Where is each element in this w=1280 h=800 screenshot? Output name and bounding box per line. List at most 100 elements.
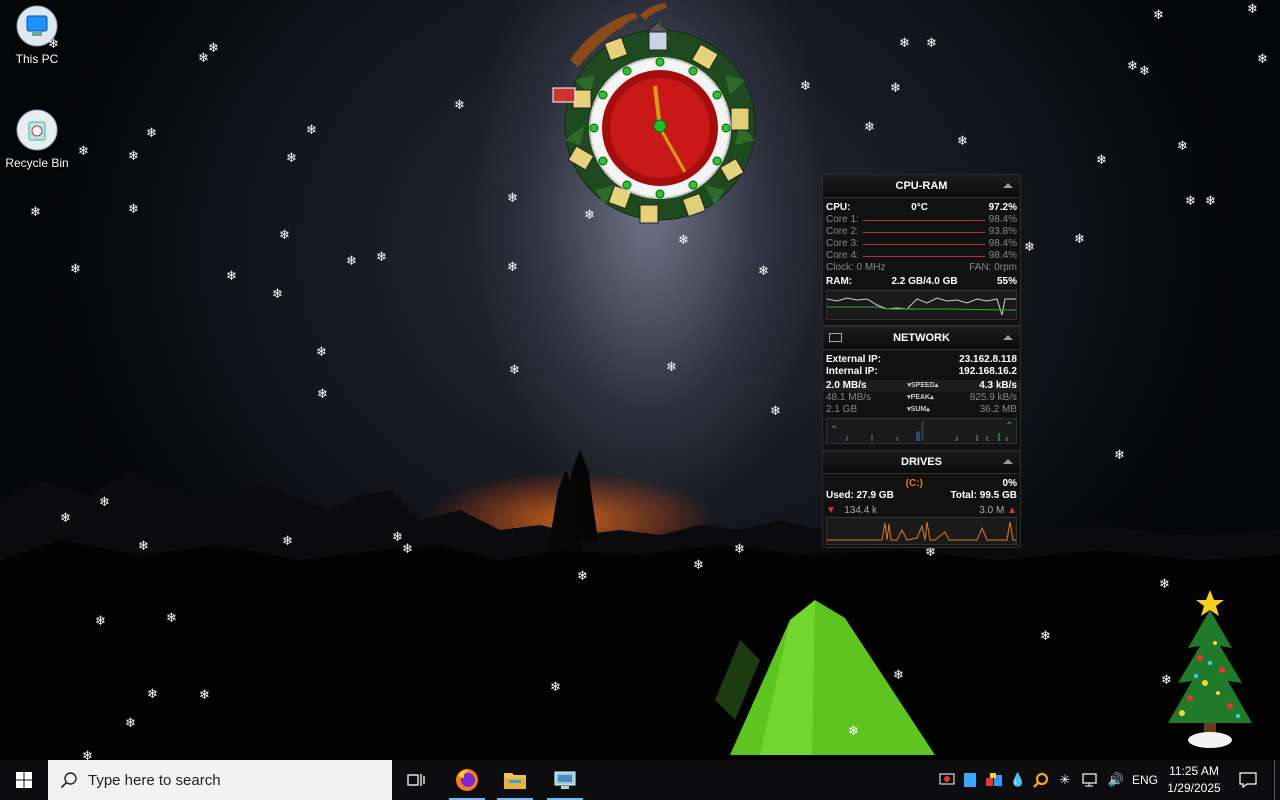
network-share-tray-icon <box>986 773 1002 786</box>
cpu-ram-widget[interactable]: CPU-RAM CPU: 0°C 97.2% Core 1: 98.4% Core… <box>822 174 1021 326</box>
notifications-button[interactable] <box>1234 760 1262 800</box>
language-indicator[interactable]: ENG <box>1130 760 1160 800</box>
snowflake-icon: ❄ <box>507 191 518 206</box>
collapse-icon[interactable] <box>1003 459 1013 464</box>
christmas-clock-gadget[interactable] <box>545 0 775 230</box>
snowflake-icon: ❄ <box>1257 52 1268 67</box>
taskbar-search-box[interactable]: Type here to search <box>48 760 392 800</box>
snowflake-icon: ❄ <box>30 205 41 220</box>
tray-app-icon[interactable]: ✳ <box>1054 760 1076 800</box>
snowflake-icon: ❄ <box>1040 629 1051 644</box>
tray-app-icon[interactable] <box>982 760 1006 800</box>
external-ip-value: 23.162.8.118 <box>959 354 1017 365</box>
arrow-up-icon: ▴ <box>930 394 934 401</box>
monitor-tray-icon <box>939 773 955 785</box>
core-value: 98.4% <box>988 214 1017 225</box>
core-label: Core 1: <box>826 214 859 225</box>
snowflake-icon: ❄ <box>99 495 110 510</box>
snowflake-icon: ❄ <box>1074 232 1085 247</box>
speed-row: 2.0 MB/s ▾SPEED▴ 4.3 kB/s <box>823 380 1020 392</box>
monitor-icon <box>829 333 842 342</box>
snowflake-icon: ❄ <box>1024 240 1035 255</box>
snowflake-icon: ❄ <box>125 716 136 731</box>
snowflake-icon: ❄ <box>1153 8 1164 23</box>
tray-app-icon[interactable] <box>936 760 958 800</box>
tray-app-icon[interactable] <box>1030 760 1052 800</box>
volume-tray-button[interactable]: 🔊 <box>1104 760 1128 800</box>
snowflake-icon: ❄ <box>758 264 769 279</box>
collapse-icon[interactable] <box>1003 335 1013 340</box>
speed-label: SPEED <box>911 382 935 389</box>
peak-row: 48.1 MB/s ▾PEAK▴ 825.9 kB/s <box>823 392 1020 404</box>
snowflake-icon: ❄ <box>208 41 219 56</box>
drive-activity-graph <box>826 517 1017 545</box>
network-tray-button[interactable] <box>1078 760 1102 800</box>
snowflake-icon: ❄ <box>147 687 158 702</box>
notification-icon <box>1239 772 1257 788</box>
taskbar-app-firefox[interactable] <box>443 760 491 800</box>
snowflake-tray-icon: ✳ <box>1059 772 1071 787</box>
speaker-icon: 🔊 <box>1107 772 1125 787</box>
drive-write: 3.0 M <box>979 505 1005 516</box>
collapse-icon[interactable] <box>1003 183 1013 188</box>
cpu-label: CPU: <box>826 202 851 213</box>
snowflake-icon: ❄ <box>48 37 59 52</box>
taskbar-app-control-panel[interactable] <box>541 760 589 800</box>
network-widget[interactable]: NETWORK External IP: 23.162.8.118 Intern… <box>822 326 1021 452</box>
ram-row: RAM: 2.2 GB/4.0 GB 55% <box>823 276 1020 288</box>
task-view-button[interactable] <box>392 760 440 800</box>
snowflake-icon: ❄ <box>1114 448 1125 463</box>
recycle-bin-icon <box>15 108 59 152</box>
taskbar-clock[interactable]: 11:25 AM 1/29/2025 <box>1158 760 1230 800</box>
taskbar-app-file-explorer[interactable] <box>491 760 539 800</box>
taskbar: Type here to search 💧 ✳ 🔊 ENG 11:25 AM 1… <box>0 760 1280 800</box>
sum-row: 2.1 GB ▾SUM▴ 36.2 MB <box>823 404 1020 416</box>
core-row: Core 4: 98.4% <box>823 250 1020 262</box>
snowflake-icon: ❄ <box>346 254 357 269</box>
drive-total: Total: 99.5 GB <box>950 490 1018 501</box>
drive-usage-row: Used: 27.9 GB Total: 99.5 GB <box>823 490 1020 502</box>
core-usage-bar <box>862 219 985 221</box>
snowflake-icon: ❄ <box>1096 153 1107 168</box>
start-button[interactable] <box>0 760 48 800</box>
tray-app-icon[interactable]: 💧 <box>1008 760 1028 800</box>
snowflake-icon: ❄ <box>286 151 297 166</box>
snowflake-icon: ❄ <box>282 534 293 549</box>
widget-title-bar[interactable]: NETWORK <box>823 327 1020 350</box>
cpu-ram-graph <box>826 290 1017 320</box>
cpu-usage: 97.2% <box>988 202 1017 213</box>
snowflake-icon: ❄ <box>1139 64 1150 79</box>
internal-ip-row: Internal IP: 192.168.16.2 <box>823 366 1020 378</box>
drop-tray-icon: 💧 <box>1009 772 1027 787</box>
arrow-up-icon: ▴ <box>934 382 939 389</box>
snowflake-icon: ❄ <box>899 36 910 51</box>
widget-title-bar[interactable]: DRIVES <box>823 451 1020 474</box>
snowflake-icon: ❄ <box>317 387 328 402</box>
snowflake-icon: ❄ <box>509 363 520 378</box>
snowflake-icon: ❄ <box>666 360 677 375</box>
snowflake-icon: ❄ <box>864 120 875 135</box>
desktop-icon-this-pc[interactable]: This PC <box>0 4 74 66</box>
show-desktop-button[interactable] <box>1274 760 1280 800</box>
read-arrow-icon: ▼ <box>826 505 836 516</box>
desktop-icon-recycle-bin[interactable]: Recycle Bin <box>0 108 74 170</box>
internal-ip-value: 192.168.16.2 <box>958 366 1017 377</box>
desktop-icon-label: Recycle Bin <box>5 156 69 170</box>
internal-ip-label: Internal IP: <box>826 366 878 377</box>
snowflake-icon: ❄ <box>199 688 210 703</box>
drives-title: DRIVES <box>901 456 942 468</box>
desktop-icon-label: This PC <box>15 52 59 66</box>
tray-app-icon[interactable] <box>960 760 980 800</box>
core-usage-bar <box>862 243 985 245</box>
drive-letter: (C:) <box>905 478 923 489</box>
cpu-ram-title: CPU-RAM <box>895 180 948 192</box>
snowflake-icon: ❄ <box>166 611 177 626</box>
snowflake-icon: ❄ <box>678 233 689 248</box>
drive-name-row: (C:) 0% <box>823 478 1020 490</box>
drives-widget[interactable]: DRIVES (C:) 0% Used: 27.9 GB Total: 99.5… <box>822 450 1021 548</box>
widget-title-bar[interactable]: CPU-RAM <box>823 175 1020 198</box>
clock-date: 1/29/2025 <box>1167 781 1221 795</box>
snowflake-icon: ❄ <box>70 262 81 277</box>
snowflake-icon: ❄ <box>734 542 745 557</box>
sum-up: 36.2 MB <box>979 404 1017 415</box>
